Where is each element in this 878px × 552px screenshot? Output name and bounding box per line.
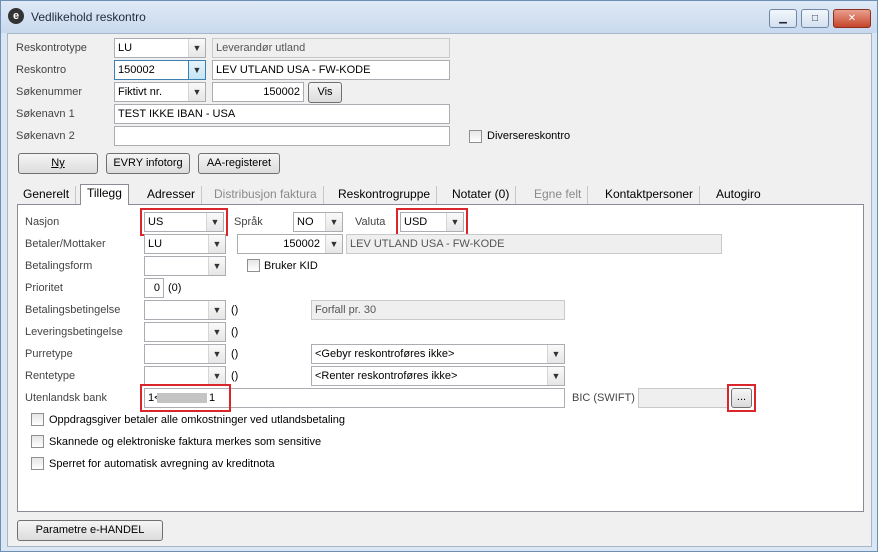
- purretype-paren: (): [231, 348, 239, 360]
- valuta-label: Valuta: [355, 216, 386, 228]
- utenlandsk-bank-label: Utenlandsk bank: [25, 392, 107, 404]
- leveringsbetingelse-label: Leveringsbetingelse: [25, 326, 123, 338]
- tab-tillegg[interactable]: Tillegg: [80, 184, 129, 205]
- window-title: Vedlikehold reskontro: [31, 10, 146, 24]
- sprak-label: Språk: [234, 216, 263, 228]
- chevron-down-icon[interactable]: ▼: [208, 367, 225, 385]
- bic-field[interactable]: [638, 388, 728, 408]
- utenlandsk-bank-highlight: [140, 384, 231, 412]
- ny-button[interactable]: Ny: [18, 153, 98, 174]
- betalingsbetingelse-paren: (): [231, 304, 239, 316]
- tab-notater[interactable]: Notater (0): [446, 186, 517, 204]
- sokenavn1-field[interactable]: TEST IKKE IBAN - USA: [114, 104, 450, 124]
- nasjon-label: Nasjon: [25, 216, 60, 228]
- chevron-down-icon[interactable]: ▼: [188, 61, 205, 79]
- minimize-button[interactable]: ▁: [769, 9, 797, 28]
- betaler-type-select[interactable]: LU ▼: [144, 234, 226, 254]
- sokenummer-label: Søkenummer: [16, 86, 83, 98]
- rentetype-label: Rentetype: [25, 370, 76, 382]
- leveringsbetingelse-select[interactable]: ▼: [144, 322, 226, 342]
- tab-egne-felt[interactable]: Egne felt: [528, 186, 589, 204]
- diversereskontro-label: Diversereskontro: [487, 130, 571, 142]
- sensitive-checkbox[interactable]: [31, 435, 44, 448]
- rentetype-paren: (): [231, 370, 239, 382]
- sokenavn1-label: Søkenavn 1: [16, 108, 75, 120]
- prioritet-label: Prioritet: [25, 282, 63, 294]
- betaler-name: LEV UTLAND USA - FW-KODE: [346, 234, 722, 254]
- tab-reskontrogruppe[interactable]: Reskontrogruppe: [332, 186, 438, 204]
- chevron-down-icon[interactable]: ▼: [208, 323, 225, 341]
- chevron-down-icon[interactable]: ▼: [325, 235, 342, 253]
- sperret-checkbox[interactable]: [31, 457, 44, 470]
- close-button[interactable]: ✕: [833, 9, 871, 28]
- evry-infotorg-button[interactable]: EVRY infotorg: [106, 153, 190, 174]
- rentetype-select[interactable]: ▼: [144, 366, 226, 386]
- chevron-down-icon[interactable]: ▼: [208, 345, 225, 363]
- reskontro-label: Reskontro: [16, 64, 67, 76]
- oppdragsgiver-label: Oppdragsgiver betaler alle omkostninger …: [49, 414, 345, 426]
- purretype-label: Purretype: [25, 348, 73, 360]
- tab-kontaktpersoner[interactable]: Kontaktpersoner: [599, 186, 701, 204]
- sokenummer-type-select[interactable]: Fiktivt nr. ▼: [114, 82, 206, 102]
- betaler-number-select[interactable]: 150002 ▼: [237, 234, 343, 254]
- bic-lookup-highlight: [727, 384, 756, 412]
- purretype-select[interactable]: ▼: [144, 344, 226, 364]
- aa-registeret-button[interactable]: AA-registeret: [198, 153, 280, 174]
- chevron-down-icon[interactable]: ▼: [208, 301, 225, 319]
- sokenummer-field[interactable]: 150002: [212, 82, 304, 102]
- reskontrotype-select[interactable]: LU ▼: [114, 38, 206, 58]
- betaler-label: Betaler/Mottaker: [25, 238, 106, 250]
- sprak-select[interactable]: NO ▼: [293, 212, 343, 232]
- form-client-area: Reskontrotype LU ▼ Leverandør utland Res…: [7, 33, 872, 547]
- app-window: e Vedlikehold reskontro ▁ □ ✕ Reskontrot…: [0, 0, 878, 552]
- tab-distribusjon-faktura[interactable]: Distribusjon faktura: [208, 186, 324, 204]
- tab-generelt[interactable]: Generelt: [17, 186, 77, 204]
- title-bar[interactable]: e Vedlikehold reskontro ▁ □ ✕: [1, 1, 877, 33]
- chevron-down-icon[interactable]: ▼: [208, 235, 225, 253]
- betalingsbetingelse-select[interactable]: ▼: [144, 300, 226, 320]
- valuta-highlight: [396, 208, 468, 236]
- reskontro-select[interactable]: 150002 ▼: [114, 60, 206, 80]
- parametre-ehandel-button[interactable]: Parametre e-HANDEL: [17, 520, 163, 541]
- oppdragsgiver-checkbox[interactable]: [31, 413, 44, 426]
- rentetype-option-select[interactable]: <Renter reskontroføres ikke> ▼: [311, 366, 565, 386]
- reskontro-name-field[interactable]: LEV UTLAND USA - FW-KODE: [212, 60, 450, 80]
- sensitive-label: Skannede og elektroniske faktura merkes …: [49, 436, 322, 448]
- maximize-button[interactable]: □: [801, 9, 829, 28]
- chevron-down-icon[interactable]: ▼: [208, 257, 225, 275]
- chevron-down-icon[interactable]: ▼: [547, 367, 564, 385]
- sperret-label: Sperret for automatisk avregning av kred…: [49, 458, 275, 470]
- sokenavn2-label: Søkenavn 2: [16, 130, 75, 142]
- betalingsform-select[interactable]: ▼: [144, 256, 226, 276]
- chevron-down-icon[interactable]: ▼: [188, 39, 205, 57]
- app-e-icon: e: [8, 8, 24, 24]
- chevron-down-icon[interactable]: ▼: [325, 213, 342, 231]
- chevron-down-icon[interactable]: ▼: [188, 83, 205, 101]
- chevron-down-icon[interactable]: ▼: [547, 345, 564, 363]
- prioritet-extra: (0): [168, 282, 182, 294]
- leveringsbetingelse-paren: (): [231, 326, 239, 338]
- reskontrotype-label: Reskontrotype: [16, 42, 87, 54]
- bruker-kid-label: Bruker KID: [264, 260, 318, 272]
- reskontrotype-description: Leverandør utland: [212, 38, 450, 58]
- nasjon-highlight: [140, 208, 228, 236]
- betalingsbetingelse-label: Betalingsbetingelse: [25, 304, 121, 316]
- prioritet-field[interactable]: 0: [144, 278, 164, 298]
- tab-adresser[interactable]: Adresser: [141, 186, 203, 204]
- sokenavn2-field[interactable]: [114, 126, 450, 146]
- purretype-option-select[interactable]: <Gebyr reskontroføres ikke> ▼: [311, 344, 565, 364]
- betalingsbetingelse-description: Forfall pr. 30: [311, 300, 565, 320]
- vis-button[interactable]: Vis: [308, 82, 342, 103]
- tillegg-panel: Nasjon US ▼ Språk NO ▼ Valuta USD ▼ Beta…: [17, 204, 864, 512]
- tab-autogiro[interactable]: Autogiro: [710, 186, 767, 204]
- diversereskontro-checkbox[interactable]: [469, 130, 482, 143]
- bic-label: BIC (SWIFT): [572, 392, 635, 404]
- bruker-kid-checkbox[interactable]: [247, 259, 260, 272]
- betalingsform-label: Betalingsform: [25, 260, 93, 272]
